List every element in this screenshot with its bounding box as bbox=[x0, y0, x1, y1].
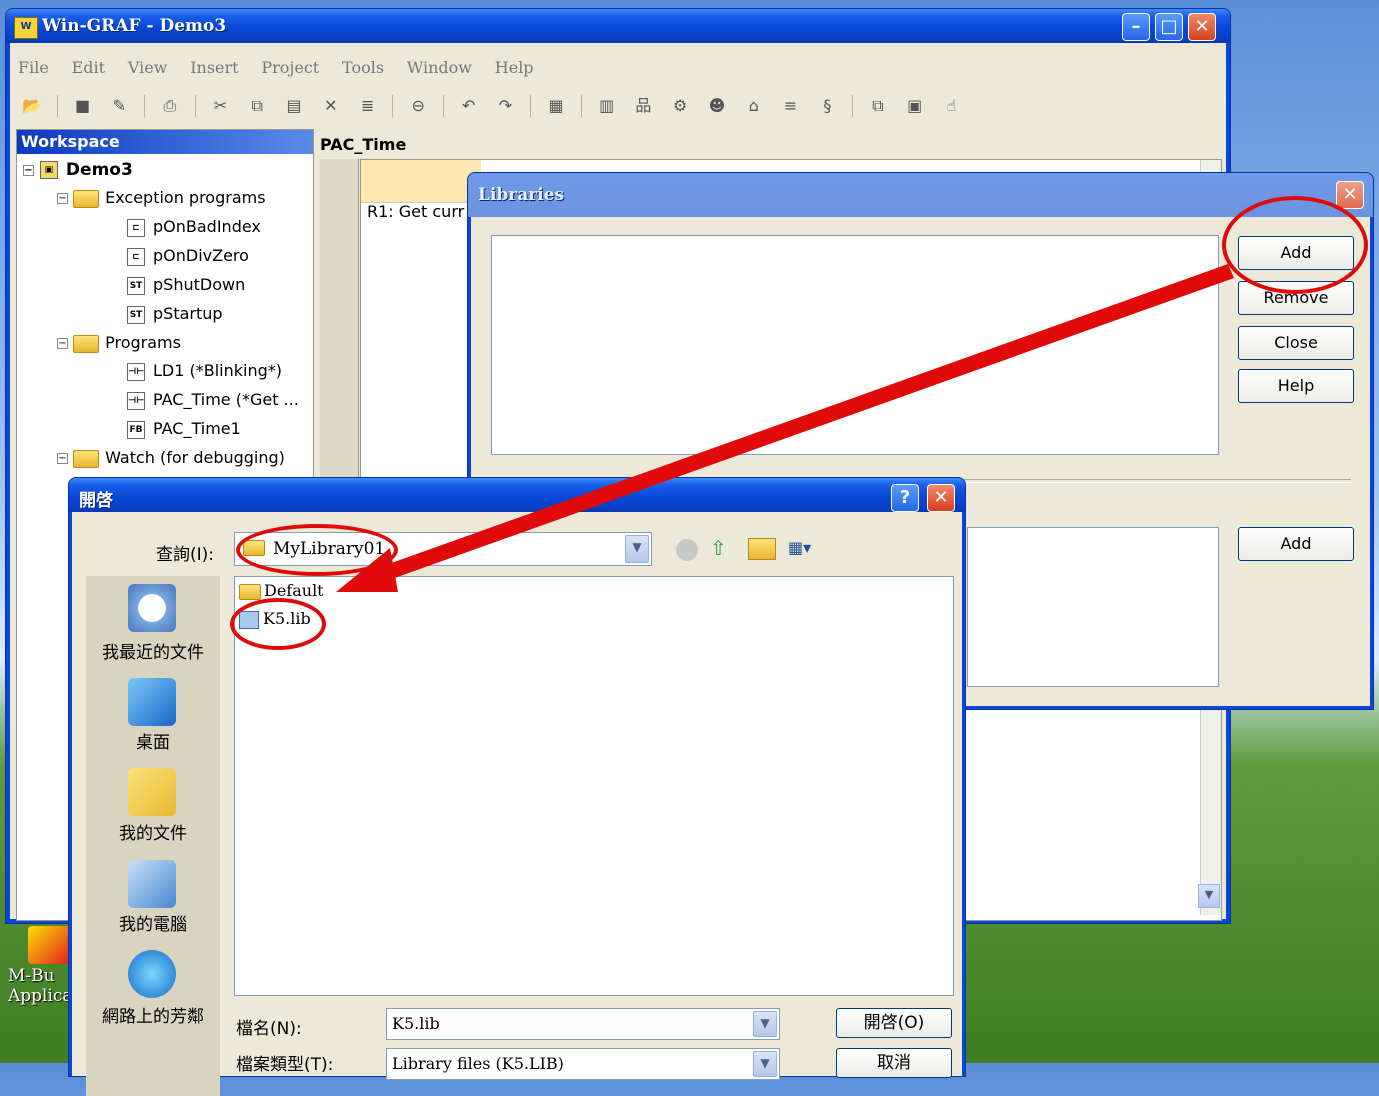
annotation-arrow-head bbox=[336, 548, 398, 592]
annotation-arrow bbox=[336, 264, 1234, 592]
annotation-arrow-shaft bbox=[372, 264, 1234, 584]
